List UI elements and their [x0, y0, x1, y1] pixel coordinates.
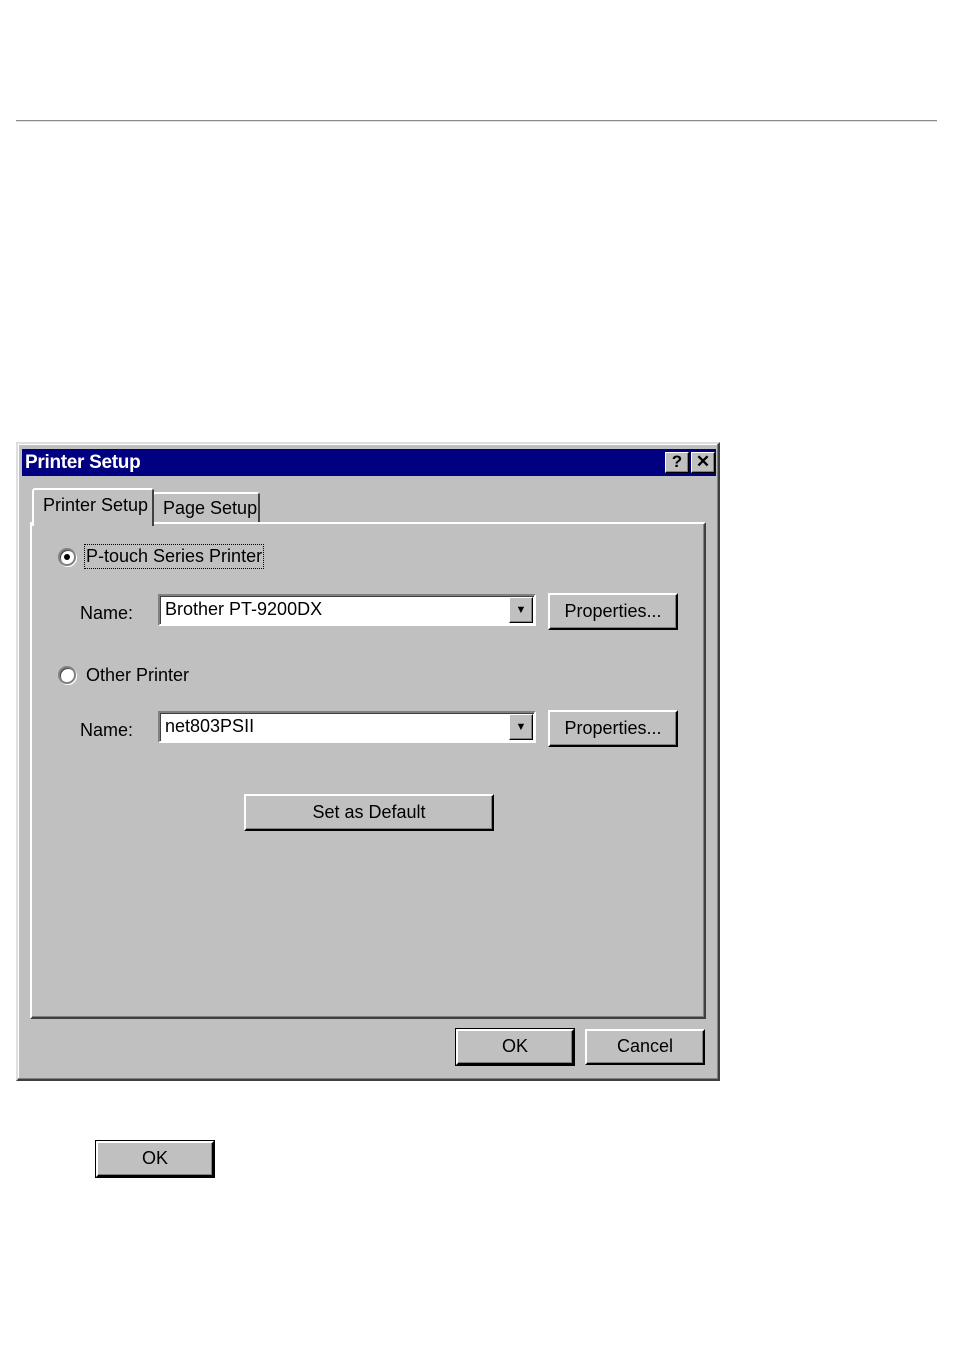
ptouch-name-label: Name:	[80, 603, 134, 623]
standalone-ok-button[interactable]: OK	[95, 1140, 215, 1178]
cancel-button[interactable]: Cancel	[585, 1029, 705, 1065]
other-printer-select[interactable]: net803PSII ▼	[158, 711, 536, 743]
ptouch-printer-select[interactable]: Brother PT-9200DX ▼	[158, 594, 536, 626]
help-icon[interactable]: ?	[665, 452, 689, 473]
other-printer-value: net803PSII	[165, 716, 255, 736]
radio-selected-dot	[64, 554, 70, 560]
dropdown-arrow-icon[interactable]: ▼	[509, 714, 533, 740]
other-printer-radio[interactable]	[58, 666, 76, 684]
tab-page-setup[interactable]: Page Setup	[152, 492, 260, 522]
ptouch-radio[interactable]	[58, 548, 76, 566]
set-as-default-button[interactable]: Set as Default	[244, 794, 494, 831]
ptouch-printer-value: Brother PT-9200DX	[165, 599, 323, 619]
other-properties-button[interactable]: Properties...	[548, 710, 678, 747]
printer-setup-dialog: Printer Setup ? ✕ Printer Setup Page Set…	[16, 442, 720, 1081]
ptouch-radio-label[interactable]: P-touch Series Printer	[83, 544, 265, 569]
horizontal-rule	[16, 120, 937, 122]
other-printer-radio-label[interactable]: Other Printer	[86, 665, 189, 686]
dialog-title: Printer Setup	[25, 452, 141, 473]
ok-button[interactable]: OK	[455, 1028, 575, 1066]
ptouch-properties-button[interactable]: Properties...	[548, 593, 678, 630]
close-icon[interactable]: ✕	[691, 452, 715, 473]
dropdown-arrow-icon[interactable]: ▼	[509, 597, 533, 623]
other-name-label: Name:	[80, 720, 134, 740]
tab-printer-setup[interactable]: Printer Setup	[32, 488, 154, 526]
tab-panel-printer-setup: P-touch Series Printer Name: Brother PT-…	[30, 522, 706, 1019]
dialog-titlebar[interactable]: Printer Setup ? ✕	[22, 449, 716, 476]
